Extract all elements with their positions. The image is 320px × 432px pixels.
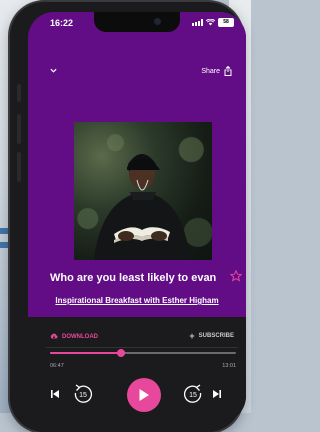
notch <box>94 12 180 32</box>
skip-previous-icon <box>51 390 59 398</box>
divider <box>46 347 238 348</box>
status-time: 16:22 <box>50 18 74 28</box>
battery-icon: 58 <box>218 18 234 27</box>
phone-screen: 16:22 58 Share Who are you least likely … <box>28 12 246 422</box>
episode-artwork <box>74 122 212 260</box>
share-icon <box>224 66 232 76</box>
skip-previous-button[interactable] <box>50 389 60 399</box>
status-icons: 58 <box>192 18 234 27</box>
plus-icon: + <box>189 331 195 341</box>
episode-title: Who are you least likely to evan <box>50 272 217 284</box>
subscribe-label: SUBSCRIBE <box>198 333 234 339</box>
duration-time: 13:01 <box>222 363 236 369</box>
progress-bar[interactable] <box>50 349 236 357</box>
rewind-15-icon: 15 <box>74 384 92 403</box>
share-button[interactable]: Share <box>201 66 232 76</box>
skip-next-button[interactable] <box>212 389 222 399</box>
wifi-icon <box>206 19 215 26</box>
phone-frame: 16:22 58 Share Who are you least likely … <box>10 2 246 432</box>
progress-fill <box>50 352 121 354</box>
forward-15-button[interactable]: 15 <box>182 383 204 405</box>
progress-knob[interactable] <box>116 349 125 357</box>
rewind-15-button[interactable]: 15 <box>72 383 94 405</box>
chevron-down-icon[interactable] <box>50 67 57 74</box>
play-icon <box>139 389 149 401</box>
episode-header: 16:22 58 Share Who are you least likely … <box>28 12 246 317</box>
download-label: DOWNLOAD <box>62 333 98 340</box>
download-icon <box>50 333 58 339</box>
svg-text:15: 15 <box>79 392 87 399</box>
signal-icon <box>192 19 203 26</box>
star-icon[interactable] <box>230 270 242 282</box>
download-button[interactable]: DOWNLOAD <box>50 333 98 340</box>
forward-15-icon: 15 <box>184 384 202 403</box>
player-panel: DOWNLOAD + SUBSCRIBE 06:47 13:01 15 15 <box>28 317 246 422</box>
show-name-link[interactable]: Inspirational Breakfast with Esther High… <box>28 296 246 305</box>
share-label: Share <box>201 67 220 75</box>
skip-next-icon <box>213 390 221 398</box>
svg-text:15: 15 <box>189 392 197 399</box>
subscribe-button[interactable]: + SUBSCRIBE <box>189 331 234 341</box>
play-button[interactable] <box>127 378 161 412</box>
elapsed-time: 06:47 <box>50 363 64 369</box>
